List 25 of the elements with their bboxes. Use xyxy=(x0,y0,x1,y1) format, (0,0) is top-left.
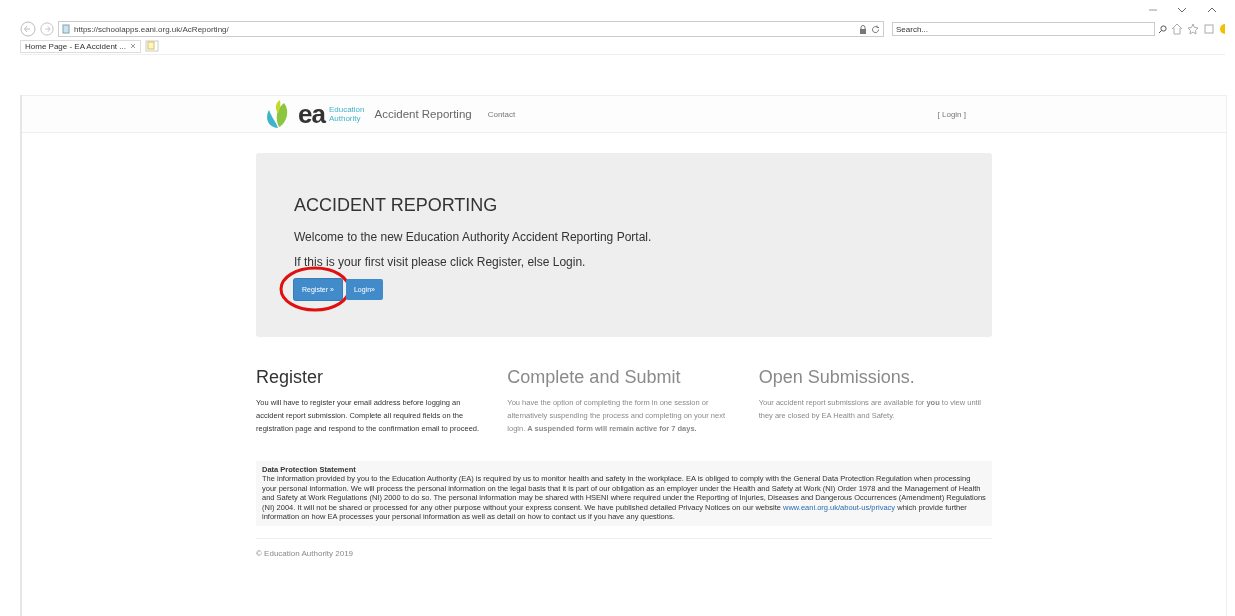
address-bar[interactable]: https://schoolapps.eani.org.uk/AcReporting/ xyxy=(58,21,884,37)
home-icon[interactable] xyxy=(1171,23,1183,35)
new-tab-icon[interactable] xyxy=(144,40,159,52)
refresh-icon[interactable] xyxy=(871,24,880,34)
hero-text: Welcome to the new Education Authority Accident Reporting Portal. xyxy=(294,230,653,244)
hero-text: If this is your first visit please click Register, else Login. xyxy=(294,255,587,269)
copyright-text: © Education Authority 2019 xyxy=(256,537,992,558)
nav-link[interactable]: Contact xyxy=(487,109,516,119)
logo-text: ea xyxy=(298,98,325,130)
search-field[interactable]: Search... xyxy=(892,22,1155,36)
column-heading: Complete and Submit xyxy=(507,367,682,388)
brand-link[interactable]: Accident Reporting xyxy=(374,108,472,120)
column-heading: Open Submissions. xyxy=(758,367,916,388)
search-icon[interactable] xyxy=(1158,24,1167,34)
back-icon[interactable] xyxy=(20,21,36,37)
browser-tab[interactable]: Home Page - EA Accident ... xyxy=(20,39,141,53)
hero-title: ACCIDENT REPORTING xyxy=(294,195,499,216)
forward-icon[interactable] xyxy=(40,22,54,36)
page-icon xyxy=(62,24,70,34)
close-tab-icon[interactable] xyxy=(129,43,136,49)
column-heading: Register xyxy=(256,367,325,388)
logo-subtitle: Education Authority xyxy=(328,105,365,123)
login-link[interactable]: [ Login ] xyxy=(937,109,966,119)
star-icon[interactable] xyxy=(1187,23,1199,35)
lock-icon xyxy=(859,24,867,34)
